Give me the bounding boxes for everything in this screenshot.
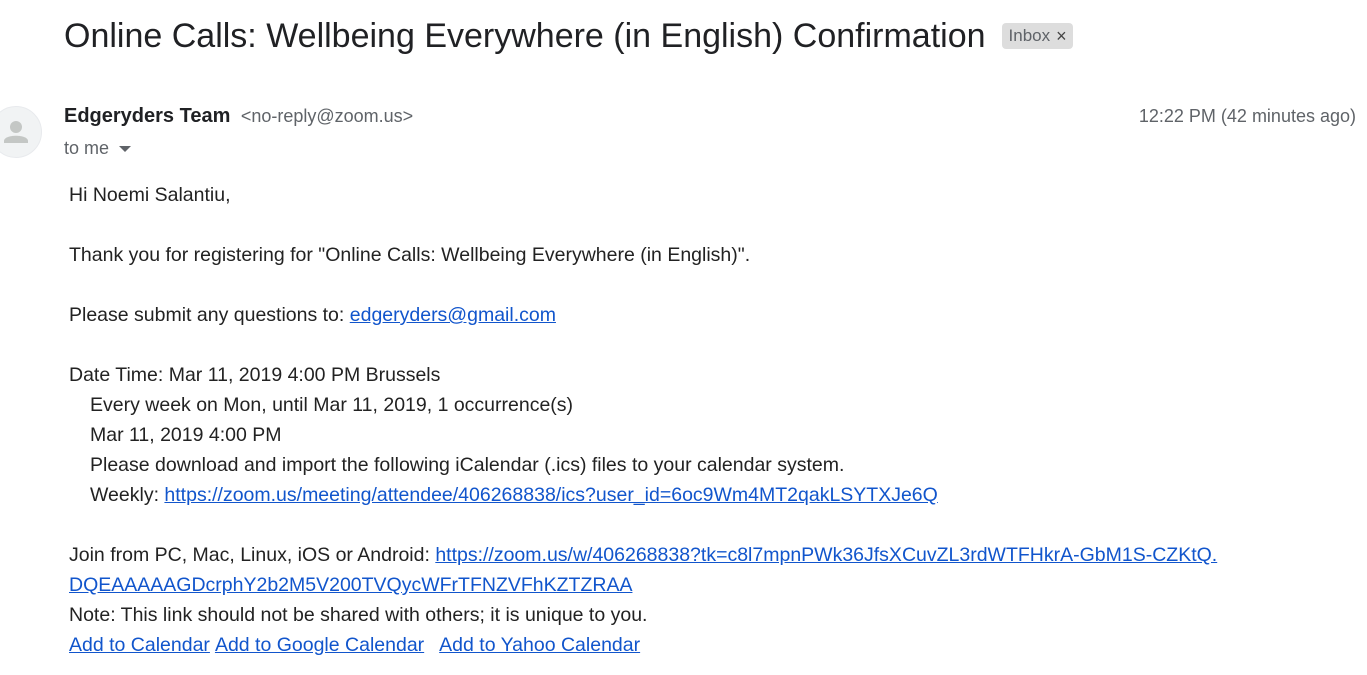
weekly-ics-link[interactable]: https://zoom.us/meeting/attendee/4062688… <box>164 484 937 506</box>
inbox-label-text: Inbox <box>1008 26 1051 45</box>
sender-name[interactable]: Edgeryders Team <box>64 105 230 127</box>
inbox-label-chip[interactable]: Inbox × <box>1001 23 1073 49</box>
message-timestamp: 12:22 PM (42 minutes ago) <box>1138 106 1356 126</box>
questions-email-link[interactable]: edgeryders@gmail.com <box>350 304 556 326</box>
ics-note-text: Please download and import the following… <box>90 454 845 476</box>
recipient-details-toggle[interactable]: to me <box>64 134 132 162</box>
message-body: Hi Noemi Salantiu, Thank you for registe… <box>69 180 1349 660</box>
questions-line: Please submit any questions to: edgeryde… <box>69 300 1349 330</box>
questions-prefix: Please submit any questions to: <box>69 304 350 326</box>
person-icon <box>4 121 28 143</box>
thanks-text: Thank you for registering for "Online Ca… <box>69 244 751 266</box>
join-line-2: DQEAAAAAGDcrphY2b2M5V200TVQycWFrTFNZVFhK… <box>69 570 1349 600</box>
join-link-part2[interactable]: DQEAAAAAGDcrphY2b2M5V200TVQycWFrTFNZVFhK… <box>69 574 632 596</box>
add-to-google-calendar-link[interactable]: Add to Google Calendar <box>215 634 424 656</box>
recurrence-text: Every week on Mon, until Mar 11, 2019, 1… <box>90 394 574 416</box>
add-to-yahoo-calendar-link[interactable]: Add to Yahoo Calendar <box>439 634 640 656</box>
join-link-part1[interactable]: https://zoom.us/w/406268838?tk=c8l7mpnPW… <box>435 544 1217 566</box>
email-subject: Online Calls: Wellbeing Everywhere (in E… <box>64 17 986 55</box>
add-to-calendar-link[interactable]: Add to Calendar <box>69 634 210 656</box>
sender-email: <no-reply@zoom.us> <box>240 106 414 126</box>
remove-label-icon[interactable]: × <box>1056 24 1067 48</box>
greeting: Hi Noemi Salantiu, <box>69 184 231 206</box>
note-text: Note: This link should not be shared wit… <box>69 604 648 626</box>
sender-row: Edgeryders Team <no-reply@zoom.us> <box>64 102 413 132</box>
occurrence-text: Mar 11, 2019 4:00 PM <box>90 424 282 446</box>
caret-down-icon[interactable] <box>119 146 132 152</box>
join-line: Join from PC, Mac, Linux, iOS or Android… <box>69 540 1349 570</box>
weekly-line: Weekly: https://zoom.us/meeting/attendee… <box>69 480 1349 510</box>
join-prefix: Join from PC, Mac, Linux, iOS or Android… <box>69 544 436 566</box>
calendar-links-row: Add to Calendar Add to Google Calendar Add… <box>69 630 1349 660</box>
recipient-label: to me <box>64 138 110 158</box>
weekly-prefix: Weekly: <box>90 484 165 506</box>
sender-avatar[interactable] <box>0 106 42 158</box>
subject-row: Online Calls: Wellbeing Everywhere (in E… <box>64 14 1073 58</box>
datetime-text: Date Time: Mar 11, 2019 4:00 PM Brussels <box>69 364 441 386</box>
